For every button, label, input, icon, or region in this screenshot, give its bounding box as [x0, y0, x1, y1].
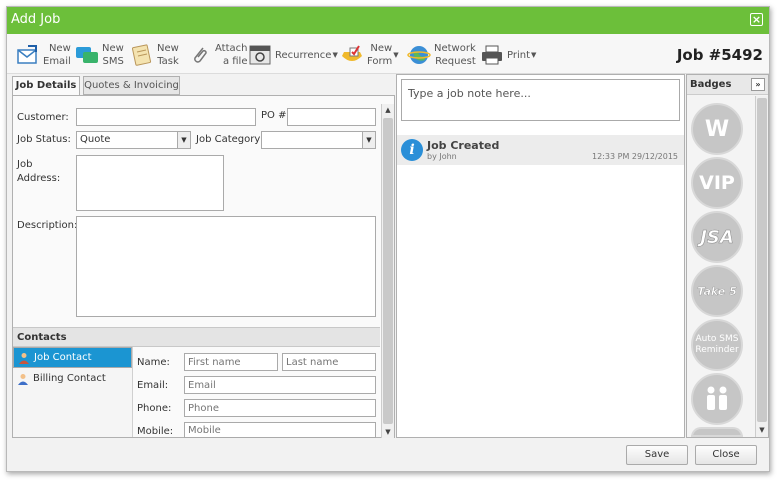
badge-w[interactable]: W — [691, 103, 743, 155]
chevron-down-icon: ▼ — [362, 132, 375, 148]
contact-item-job[interactable]: Job Contact — [13, 347, 132, 368]
people-icon — [702, 385, 732, 414]
sms-icon — [74, 42, 100, 68]
tab-job-details[interactable]: Job Details — [12, 76, 80, 96]
globe-icon — [406, 42, 432, 68]
chevron-down-icon: ▼ — [531, 51, 537, 59]
badges-header: Badges » — [687, 75, 768, 95]
job-status-select[interactable]: Quote ▼ — [76, 131, 191, 149]
scroll-down-icon[interactable]: ▼ — [382, 426, 394, 438]
badges-panel: Badges » W VIP JSA Take 5 Auto SMS Remin… — [686, 74, 769, 438]
badge-jsa[interactable]: JSA — [691, 211, 743, 263]
tab-quotes-invoicing[interactable]: Quotes & Invoicing — [83, 76, 180, 95]
job-category-select[interactable]: ▼ — [261, 131, 376, 149]
badge-people[interactable] — [691, 373, 743, 425]
po-label: PO # — [261, 110, 287, 121]
window-title: Add Job — [11, 12, 61, 27]
last-name-input[interactable] — [282, 353, 376, 371]
contact-item-billing[interactable]: Billing Contact — [13, 369, 132, 390]
print-button[interactable]: Print ▼ — [479, 40, 536, 70]
scroll-down-icon[interactable]: ▼ — [756, 424, 768, 436]
customer-input[interactable] — [76, 108, 256, 126]
close-button[interactable]: Close — [695, 445, 757, 465]
printer-icon — [479, 42, 505, 68]
left-scrollbar[interactable]: ▲ ▼ — [381, 104, 394, 438]
badge-vip[interactable]: VIP — [691, 157, 743, 209]
event-author: by John — [427, 152, 457, 161]
description-textarea[interactable] — [76, 216, 376, 317]
person-icon — [17, 373, 29, 385]
event-timestamp: 12:33 PM 29/12/2015 — [592, 152, 678, 161]
event-title: Job Created — [427, 139, 500, 152]
recurrence-icon — [247, 42, 273, 68]
job-number: Job #5492 — [676, 46, 763, 64]
paperclip-icon — [187, 42, 213, 68]
customer-label: Customer: — [17, 112, 69, 123]
new-form-button[interactable]: New Form ▼ — [339, 40, 399, 70]
badge-partial — [691, 427, 743, 437]
badges-scrollbar[interactable]: ▼ — [755, 96, 768, 437]
phone-input[interactable] — [184, 399, 376, 417]
new-sms-button[interactable]: New SMS — [74, 40, 124, 70]
email-input[interactable] — [184, 376, 376, 394]
add-job-window: Add Job × New Email New SMS New Task Atta — [6, 6, 770, 472]
badge-take-5[interactable]: Take 5 — [691, 265, 743, 317]
chevron-down-icon: ▼ — [177, 132, 190, 148]
scroll-thumb[interactable] — [757, 98, 767, 422]
scroll-up-icon[interactable]: ▲ — [382, 104, 394, 116]
email-icon — [15, 42, 41, 68]
email-label: Email: — [137, 380, 169, 391]
chevron-down-icon: ▼ — [332, 51, 338, 59]
close-icon[interactable]: × — [750, 13, 763, 26]
form-icon — [339, 42, 365, 68]
job-note-input[interactable]: Type a job note here... — [401, 79, 680, 121]
task-icon — [129, 42, 155, 68]
person-icon — [18, 352, 30, 364]
badge-auto-sms-reminder[interactable]: Auto SMS Reminder — [691, 319, 743, 371]
attach-file-button[interactable]: Attach a file — [187, 40, 247, 70]
mobile-input[interactable] — [184, 422, 376, 438]
notes-panel: Type a job note here... i Job Created by… — [396, 74, 685, 438]
chevron-down-icon: ▼ — [393, 51, 399, 59]
info-icon: i — [401, 139, 423, 161]
first-name-input[interactable] — [184, 353, 278, 371]
scroll-thumb[interactable] — [383, 118, 393, 424]
name-label: Name: — [137, 357, 170, 368]
recurrence-button[interactable]: Recurrence ▼ — [247, 40, 338, 70]
phone-label: Phone: — [137, 403, 172, 414]
po-input[interactable] — [287, 108, 376, 126]
expand-icon[interactable]: » — [751, 78, 765, 91]
new-task-button[interactable]: New Task — [129, 40, 179, 70]
new-email-button[interactable]: New Email — [15, 40, 71, 70]
job-status-label: Job Status: — [17, 134, 71, 145]
job-address-label: Job Address: — [17, 159, 61, 184]
mobile-label: Mobile: — [137, 426, 174, 437]
save-button[interactable]: Save — [626, 445, 688, 465]
contacts-header: Contacts — [13, 327, 380, 347]
history-entry: i Job Created by John 12:33 PM 29/12/201… — [397, 135, 684, 165]
job-category-label: Job Category — [196, 134, 261, 145]
job-details-panel: Customer: PO # Job Status: Quote ▼ Job C… — [12, 95, 395, 438]
description-label: Description: — [17, 220, 78, 231]
network-request-button[interactable]: Network Request — [406, 40, 476, 70]
title-bar: Add Job × — [7, 7, 769, 34]
toolbar: New Email New SMS New Task Attach a file Rec… — [7, 34, 769, 74]
contact-list: Job Contact Billing Contact — [13, 347, 133, 437]
job-address-textarea[interactable] — [76, 155, 224, 211]
